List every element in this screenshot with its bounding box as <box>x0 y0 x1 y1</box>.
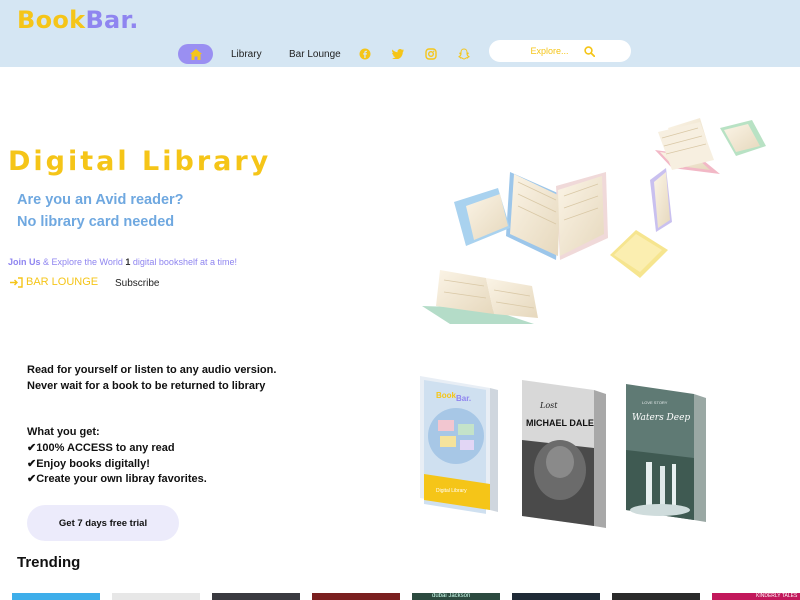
what-you-get-title: What you get: <box>27 426 100 438</box>
subscribe-link[interactable]: Subscribe <box>115 278 159 289</box>
benefit-item: ✔100% ACCESS to any read <box>27 442 175 454</box>
book-green <box>720 120 766 156</box>
join-tagline: Join Us & Explore the World 1 digital bo… <box>8 257 237 267</box>
flying-books-illustration <box>422 118 766 324</box>
trending-thumb[interactable] <box>612 593 700 600</box>
twitter-icon[interactable] <box>391 47 404 60</box>
hero-subtitle-2: No library card needed <box>17 214 175 230</box>
hero-title: Digital Library <box>8 146 272 177</box>
book1-title-part1: Book <box>436 391 457 400</box>
free-trial-button[interactable]: Get 7 days free trial <box>27 505 179 541</box>
book-cover-bookbar[interactable]: Book Bar. Digital Library <box>420 376 498 514</box>
book3-title-top: LOVE STORY <box>642 400 668 405</box>
benefit-item: ✔Enjoy books digitally! <box>27 458 150 470</box>
join-us: Join Us <box>8 257 41 267</box>
trending-thumb[interactable]: KINDERLY TALES <box>712 593 800 600</box>
logo[interactable]: BookBar. <box>17 6 139 34</box>
book-yellow <box>610 230 668 278</box>
book-open-bottom <box>422 270 538 324</box>
nav-bar-lounge[interactable]: Bar Lounge <box>289 49 341 60</box>
page: BookBar. Library Bar Lounge Digital Libr… <box>0 0 800 600</box>
search-input[interactable] <box>525 46 574 56</box>
logo-bar: Bar. <box>85 6 139 34</box>
book-lavender <box>650 168 672 232</box>
book-open-center <box>506 172 608 260</box>
book2-title-top: Lost <box>539 401 558 410</box>
home-icon <box>189 48 202 60</box>
snapchat-icon[interactable] <box>457 47 470 60</box>
read-line-1: Read for yourself or listen to any audio… <box>27 364 277 376</box>
join-mid: & Explore the World <box>40 257 126 267</box>
bar-lounge-label: BAR LOUNGE <box>26 276 99 288</box>
featured-books: Book Bar. Digital Library Lost MICHAEL D… <box>420 376 706 528</box>
trending-thumb[interactable] <box>112 593 200 600</box>
nav-library[interactable]: Library <box>231 49 262 60</box>
hero-subtitle-1: Are you an Avid reader? <box>17 192 184 208</box>
search-bar <box>489 40 631 62</box>
book-cover-lost-michael-dale[interactable]: Lost MICHAEL DALE <box>522 380 606 528</box>
trending-thumb[interactable] <box>312 593 400 600</box>
search-icon[interactable] <box>583 45 595 57</box>
facebook-icon[interactable] <box>358 47 371 60</box>
book3-title-main: Waters Deep <box>632 413 690 423</box>
header: BookBar. Library Bar Lounge <box>0 0 800 67</box>
trending-strip: dubai Jackson KINDERLY TALES <box>0 593 800 600</box>
trending-thumb[interactable]: dubai Jackson <box>412 593 500 600</box>
book1-title-part2: Bar. <box>456 394 471 403</box>
sign-in-icon <box>10 276 23 288</box>
trending-thumb[interactable] <box>512 593 600 600</box>
read-line-2: Never wait for a book to be returned to … <box>27 380 266 392</box>
trending-thumb[interactable] <box>12 593 100 600</box>
logo-book: Book <box>17 6 86 34</box>
trending-title: Trending <box>17 554 81 571</box>
book-blue <box>454 188 510 246</box>
benefit-item: ✔Create your own libray favorites. <box>27 473 207 485</box>
book2-title-main: MICHAEL DALE <box>526 418 594 428</box>
join-end: digital bookshelf at a time! <box>130 257 237 267</box>
book-cover-waters-deep[interactable]: LOVE STORY Waters Deep <box>626 384 706 522</box>
instagram-icon[interactable] <box>424 47 437 60</box>
home-button[interactable] <box>178 44 213 64</box>
book1-caption: Digital Library <box>436 488 467 494</box>
trending-thumb[interactable] <box>212 593 300 600</box>
bar-lounge-link[interactable]: BAR LOUNGE <box>10 276 98 288</box>
